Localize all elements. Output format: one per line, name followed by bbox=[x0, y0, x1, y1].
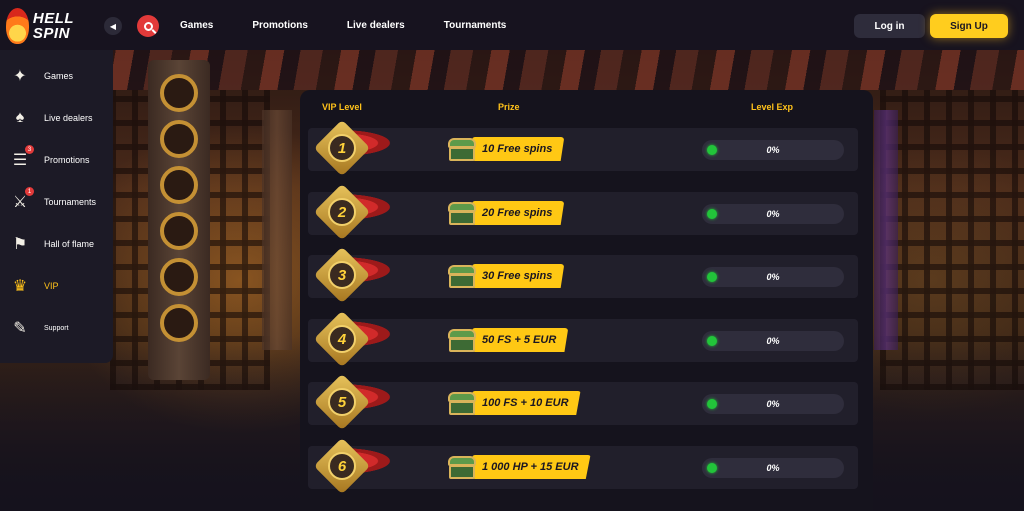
prize-label: 50 FS + 5 EUR bbox=[472, 328, 569, 352]
level-exp-progress: 0% bbox=[702, 458, 844, 478]
prize-cell: 10 Free spins bbox=[448, 135, 565, 163]
prize-label: 1 000 HP + 15 EUR bbox=[472, 455, 591, 479]
level-exp-progress: 0% bbox=[702, 394, 844, 414]
sidebar-item-vip[interactable]: ♛ VIP bbox=[0, 268, 113, 304]
prize-label: 20 Free spins bbox=[472, 201, 565, 225]
prize-label: 30 Free spins bbox=[472, 264, 565, 288]
progress-value: 0% bbox=[766, 336, 780, 346]
shield-swords-icon: ⚔ 1 bbox=[9, 187, 34, 213]
sidebar-item-label: Hall of flame bbox=[44, 239, 95, 249]
background-grate-right bbox=[880, 90, 1024, 390]
prize-cell: 30 Free spins bbox=[448, 262, 565, 290]
sidebar-item-label: Promotions bbox=[44, 155, 90, 165]
progress-value: 0% bbox=[766, 463, 780, 473]
brand-name: HELL SPIN bbox=[32, 10, 74, 42]
vip-level-medal-icon: 4 bbox=[313, 310, 398, 368]
prize-cell: 100 FS + 10 EUR bbox=[448, 389, 581, 417]
chevron-left-icon: ◀ bbox=[109, 21, 117, 31]
dice-icon: ✦ bbox=[13, 68, 27, 85]
scroll-icon: ☰ 3 bbox=[9, 145, 34, 171]
notification-badge: 1 bbox=[25, 187, 34, 196]
sidebar-item-promotions[interactable]: ☰ 3 Promotions bbox=[0, 142, 113, 178]
table-row: 3 30 Free spins 0% bbox=[308, 246, 858, 304]
banner-icon: ⚑ bbox=[12, 236, 28, 253]
treasure-chest-icon bbox=[448, 263, 476, 289]
level-exp-progress: 0% bbox=[702, 140, 844, 160]
sidebar-item-label: VIP bbox=[44, 281, 59, 291]
progress-value: 0% bbox=[766, 272, 780, 282]
vip-level-medal-icon: 6 bbox=[313, 437, 398, 495]
sidebar-item-label: Games bbox=[44, 71, 74, 81]
progress-value: 0% bbox=[766, 145, 780, 155]
background-pillar-right bbox=[874, 110, 898, 350]
sidebar: ✦ Games ♠ Live dealers ☰ 3 Promotions ⚔ 1 … bbox=[0, 50, 113, 363]
sidebar-item-label: Live dealers bbox=[44, 113, 93, 123]
table-row: 5 100 FS + 10 EUR 0% bbox=[308, 373, 858, 431]
vip-level-number: 5 bbox=[328, 388, 356, 416]
top-bar: HELL SPIN ◀ Games Promotions Live dealer… bbox=[0, 0, 1024, 50]
vip-level-number: 6 bbox=[328, 452, 356, 480]
nav-games[interactable]: Games bbox=[180, 20, 213, 31]
level-exp-progress: 0% bbox=[702, 204, 844, 224]
vip-level-medal-icon: 3 bbox=[313, 246, 398, 304]
background-tower bbox=[148, 60, 210, 380]
sidebar-item-hall-of-flame[interactable]: ⚑ Hall of flame bbox=[0, 226, 113, 262]
nav-promotions[interactable]: Promotions bbox=[252, 20, 308, 31]
flame-logo-icon bbox=[6, 8, 29, 44]
prize-label: 10 Free spins bbox=[472, 137, 565, 161]
column-header-level-exp: Level Exp bbox=[751, 102, 794, 112]
prize-cell: 50 FS + 5 EUR bbox=[448, 326, 569, 354]
signup-button[interactable]: Sign Up bbox=[930, 14, 1008, 38]
treasure-chest-icon bbox=[448, 136, 476, 162]
treasure-chest-icon bbox=[448, 327, 476, 353]
nav-tournaments[interactable]: Tournaments bbox=[444, 20, 507, 31]
vip-level-medal-icon: 1 bbox=[313, 119, 398, 177]
sidebar-collapse-button[interactable]: ◀ bbox=[104, 17, 122, 35]
level-exp-progress: 0% bbox=[702, 267, 844, 287]
notification-badge: 3 bbox=[25, 145, 34, 154]
vip-level-number: 3 bbox=[328, 261, 356, 289]
sidebar-item-games[interactable]: ✦ Games bbox=[0, 58, 113, 94]
prize-label: 100 FS + 10 EUR bbox=[472, 391, 581, 415]
column-header-vip-level: VIP Level bbox=[322, 102, 362, 112]
dealer-icon: ♠ bbox=[15, 109, 25, 126]
treasure-chest-icon bbox=[448, 200, 476, 226]
progress-value: 0% bbox=[766, 399, 780, 409]
sidebar-item-label: Tournaments bbox=[44, 197, 97, 207]
level-exp-progress: 0% bbox=[702, 331, 844, 351]
table-row: 2 20 Free spins 0% bbox=[308, 183, 858, 241]
sidebar-item-tournaments[interactable]: ⚔ 1 Tournaments bbox=[0, 184, 113, 220]
prize-cell: 20 Free spins bbox=[448, 199, 565, 227]
background-pillar bbox=[262, 110, 292, 350]
sidebar-item-support[interactable]: ✎ Support bbox=[0, 310, 113, 346]
column-header-prize: Prize bbox=[498, 102, 520, 112]
nav-live-dealers[interactable]: Live dealers bbox=[347, 20, 405, 31]
prize-cell: 1 000 HP + 15 EUR bbox=[448, 453, 591, 481]
vip-level-number: 2 bbox=[328, 198, 356, 226]
sidebar-item-live-dealers[interactable]: ♠ Live dealers bbox=[0, 100, 113, 136]
progress-value: 0% bbox=[766, 209, 780, 219]
vip-level-number: 1 bbox=[328, 134, 356, 162]
search-button[interactable] bbox=[137, 15, 159, 37]
login-button[interactable]: Log in bbox=[854, 14, 925, 38]
feather-icon: ✎ bbox=[13, 320, 27, 337]
vip-level-number: 4 bbox=[328, 325, 356, 353]
table-row: 6 1 000 HP + 15 EUR 0% bbox=[308, 437, 858, 495]
crown-icon: ♛ bbox=[12, 278, 28, 295]
table-row: 1 10 Free spins 0% bbox=[308, 119, 858, 177]
brand-logo[interactable]: HELL SPIN bbox=[6, 6, 96, 46]
table-row: 4 50 FS + 5 EUR 0% bbox=[308, 310, 858, 368]
vip-level-medal-icon: 2 bbox=[313, 183, 398, 241]
search-icon bbox=[143, 21, 153, 31]
treasure-chest-icon bbox=[448, 454, 476, 480]
main-nav: Games Promotions Live dealers Tournament… bbox=[180, 0, 545, 50]
sidebar-item-label: Support bbox=[44, 324, 69, 332]
vip-levels-table: VIP Level Prize Level Exp 1 10 Free spin… bbox=[300, 90, 873, 511]
treasure-chest-icon bbox=[448, 390, 476, 416]
vip-level-medal-icon: 5 bbox=[313, 373, 398, 431]
